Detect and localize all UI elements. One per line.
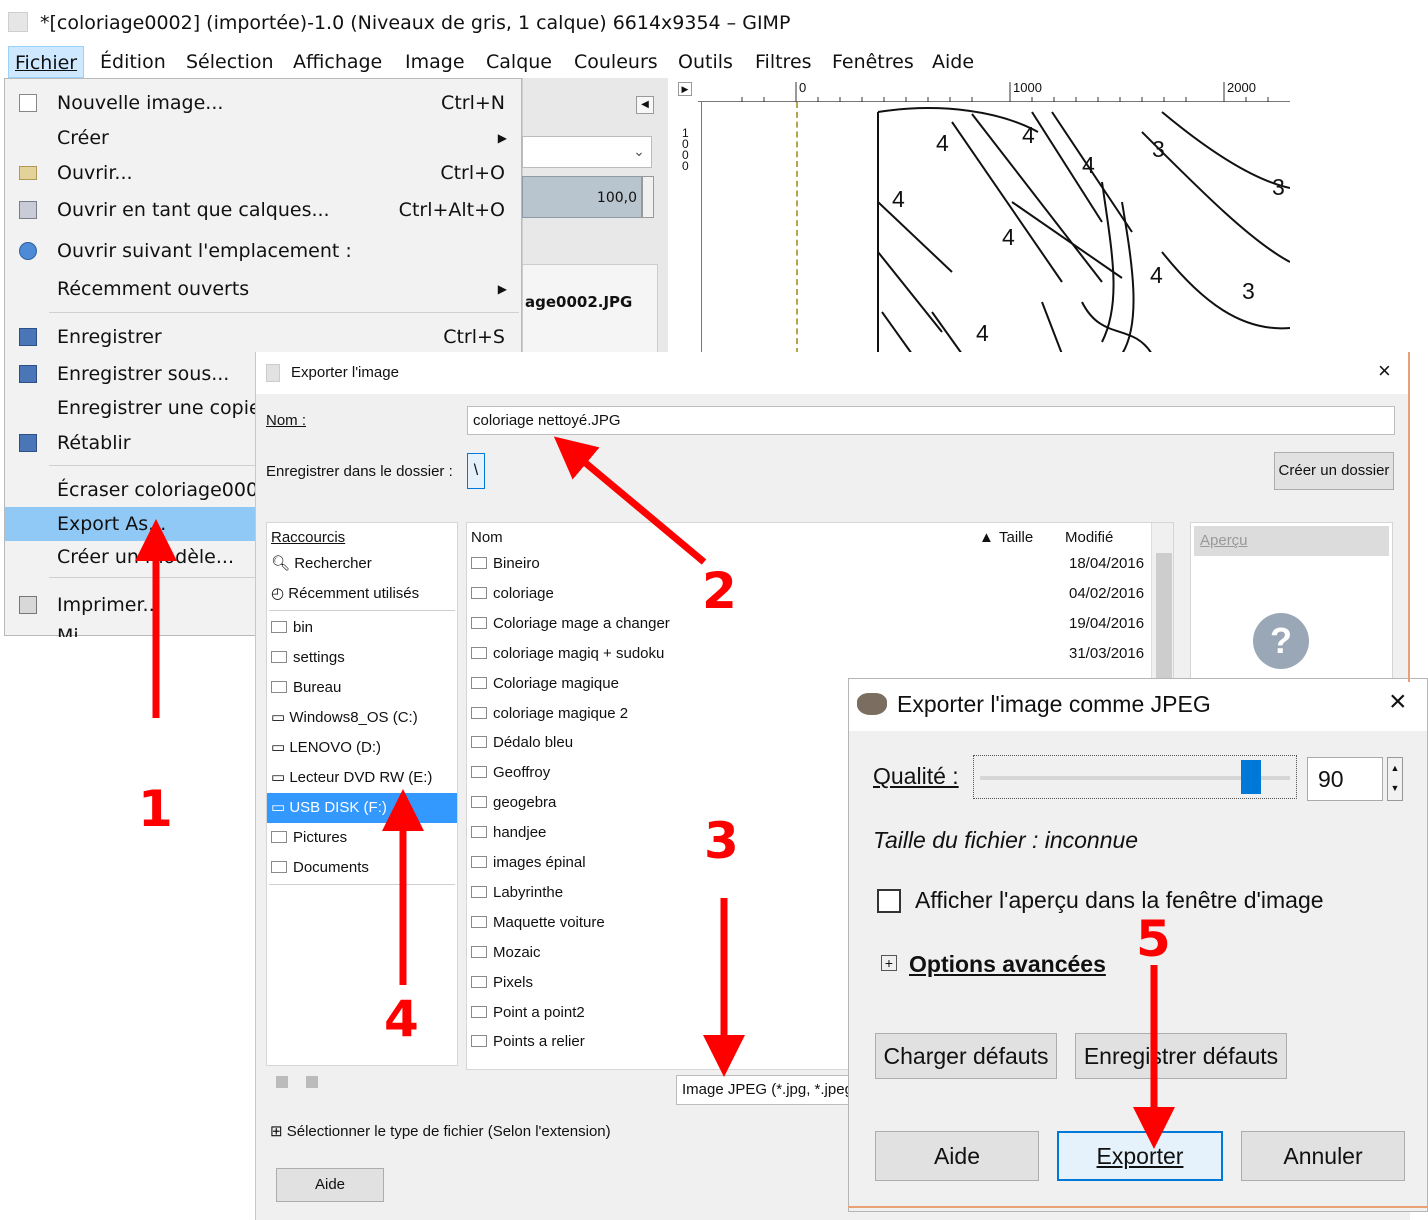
step-2-label: 2 [702, 562, 737, 620]
arrow-2 [553, 436, 707, 565]
step-5-label: 5 [1136, 910, 1171, 968]
step-3-label: 3 [704, 812, 739, 870]
step-4-label: 4 [384, 990, 419, 1048]
step-1-label: 1 [138, 780, 173, 838]
